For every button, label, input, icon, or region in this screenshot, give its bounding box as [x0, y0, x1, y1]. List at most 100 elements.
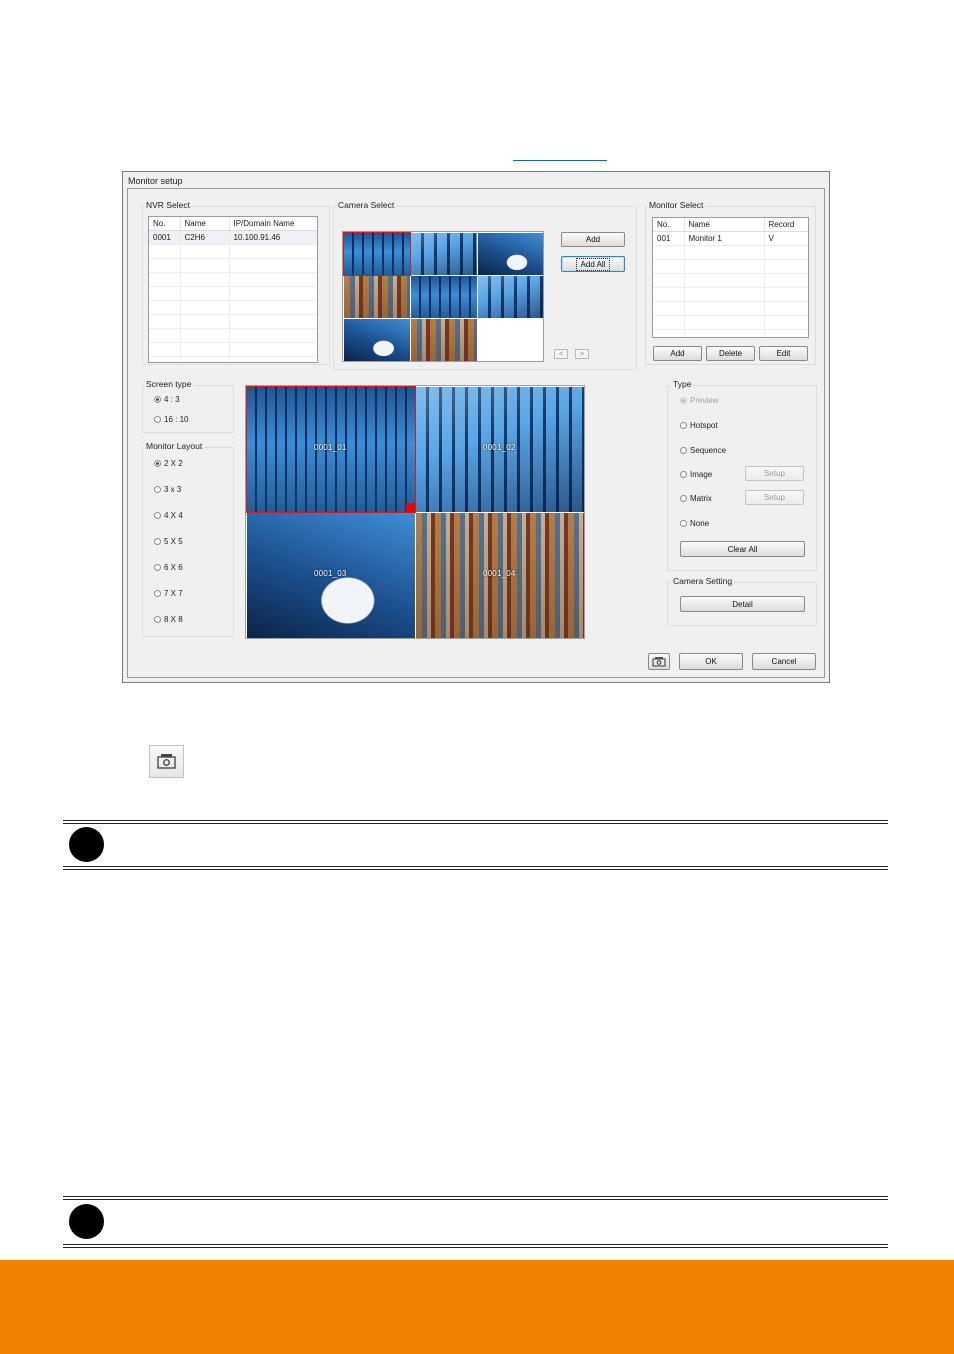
monitor-col-record[interactable]: Record [764, 218, 808, 232]
table-row[interactable]: 0001 C2H6 10.100.91.46 [149, 230, 317, 245]
screen-type-4-3-radio[interactable]: 4 : 3 [154, 395, 180, 404]
note-bullet-icon [69, 827, 104, 862]
radio-dot [680, 422, 687, 429]
layout-8x8-radio[interactable]: 8 X 8 [154, 615, 183, 624]
preview-tile[interactable]: 0001_02 [416, 387, 584, 512]
type-hotspot-radio[interactable]: Hotspot [680, 421, 718, 430]
camera-detail-button[interactable]: Detail [680, 596, 805, 612]
image-setup-button[interactable]: Setup [745, 466, 804, 481]
radio-label: 4 : 3 [164, 395, 180, 404]
radio-label: 4 X 4 [164, 511, 183, 520]
type-label: Type [671, 379, 694, 389]
table-row[interactable]: 001 Monitor 1 V [653, 231, 808, 246]
radio-label: None [690, 519, 710, 528]
monitor-setup-dialog: Monitor setup NVR Select No. Name IP/Dom… [122, 171, 830, 683]
note-rule-top [63, 823, 888, 824]
radio-label: Preview [690, 396, 719, 405]
layout-3x3-radio[interactable]: 3 x 3 [154, 485, 181, 494]
camera-thumb[interactable] [478, 276, 543, 318]
type-image-radio[interactable]: Image [680, 470, 712, 479]
screen-type-group [142, 385, 234, 433]
camera-prev-page-button[interactable]: < [554, 349, 568, 359]
nvr-col-ip[interactable]: IP/Domain Name [229, 217, 317, 231]
note-rule-bottom [63, 1244, 888, 1245]
matrix-setup-button[interactable]: Setup [745, 490, 804, 505]
nvr-col-no[interactable]: No. [149, 217, 181, 231]
screen-type-16-10-radio[interactable]: 16 : 10 [154, 415, 188, 424]
monitor-add-button[interactable]: Add [653, 346, 702, 361]
radio-dot [154, 616, 161, 623]
layout-5x5-radio[interactable]: 5 X 5 [154, 537, 183, 546]
radio-dot [154, 416, 161, 423]
camera-thumb[interactable] [344, 319, 410, 361]
camera-next-page-button[interactable]: > [575, 349, 589, 359]
preview-tile[interactable]: 0001_04 [416, 513, 584, 638]
cancel-button[interactable]: Cancel [752, 653, 816, 670]
table-row [653, 301, 808, 316]
layout-4x4-radio[interactable]: 4 X 4 [154, 511, 183, 520]
nvr-list[interactable]: No. Name IP/Domain Name 0001 C2H6 10.100… [148, 216, 318, 363]
layout-7x7-radio[interactable]: 7 X 7 [154, 589, 183, 598]
preview-tile-label: 0001_02 [483, 443, 516, 452]
table-row [653, 315, 808, 330]
camera-add-button[interactable]: Add [561, 232, 625, 247]
table-row [653, 329, 808, 337]
monitor-cell-no: 001 [653, 231, 685, 246]
radio-dot [154, 590, 161, 597]
radio-label: Image [690, 470, 713, 479]
preview-tile-label: 0001_04 [483, 569, 516, 578]
table-row [149, 356, 317, 362]
table-row [149, 300, 317, 315]
monitor-list[interactable]: No. Name Record 001 Monitor 1 V [652, 217, 809, 338]
camera-thumb[interactable] [411, 233, 477, 275]
camera-selection-frame [343, 232, 411, 276]
table-row [149, 258, 317, 273]
preview-tile-label: 0001_03 [314, 569, 347, 578]
layout-2x2-radio[interactable]: 2 X 2 [154, 459, 183, 468]
camera-thumb[interactable] [411, 276, 477, 318]
type-matrix-radio[interactable]: Matrix [680, 494, 712, 503]
add-all-label: Add All [575, 257, 611, 271]
radio-label: 2 X 2 [164, 459, 183, 468]
preview-selection-frame [246, 386, 416, 513]
clear-all-button[interactable]: Clear All [680, 541, 805, 557]
link-underline[interactable] [513, 160, 607, 161]
table-row [653, 287, 808, 302]
type-sequence-radio[interactable]: Sequence [680, 446, 726, 455]
note-rule-bottom [63, 869, 888, 870]
camera-thumbnail-grid[interactable] [342, 231, 544, 362]
radio-label: 5 X 5 [164, 537, 183, 546]
camera-add-all-button[interactable]: Add All [561, 256, 625, 272]
camera-thumb[interactable] [344, 276, 410, 318]
monitor-layout-preview[interactable]: 0001_01 0001_02 0001_03 0001_04 [245, 385, 585, 639]
camera-thumb[interactable] [478, 233, 543, 275]
monitor-delete-button[interactable]: Delete [706, 346, 755, 361]
note-rule-top [63, 1199, 888, 1200]
monitor-col-no[interactable]: No. [653, 218, 685, 232]
dialog-body: NVR Select No. Name IP/Domain Name 0001 … [127, 188, 825, 678]
monitor-cell-record: V [764, 231, 808, 246]
monitor-select-label: Monitor Select [647, 200, 706, 210]
radio-label: Sequence [690, 446, 727, 455]
type-none-radio[interactable]: None [680, 519, 709, 528]
ok-button[interactable]: OK [679, 653, 743, 670]
monitor-edit-button[interactable]: Edit [759, 346, 808, 361]
nvr-col-name[interactable]: Name [180, 217, 230, 231]
table-row [149, 272, 317, 287]
preview-tile[interactable]: 0001_03 [247, 513, 415, 638]
monitor-layout-label: Monitor Layout [144, 441, 205, 451]
camera-thumb[interactable] [411, 319, 477, 361]
table-row [149, 314, 317, 329]
nvr-cell-no: 0001 [149, 230, 181, 245]
type-preview-radio[interactable]: Preview [680, 396, 718, 405]
monitor-col-name[interactable]: Name [684, 218, 765, 232]
nvr-cell-name: C2H6 [180, 230, 230, 245]
camera-screen-icon [157, 754, 176, 769]
radio-dot [154, 538, 161, 545]
camera-select-label: Camera Select [336, 200, 397, 210]
layout-6x6-radio[interactable]: 6 X 6 [154, 563, 183, 572]
table-row [653, 245, 808, 260]
monitor-cell-name: Monitor 1 [684, 231, 765, 246]
selection-corner-marker [406, 503, 415, 512]
snapshot-button[interactable] [648, 653, 670, 670]
